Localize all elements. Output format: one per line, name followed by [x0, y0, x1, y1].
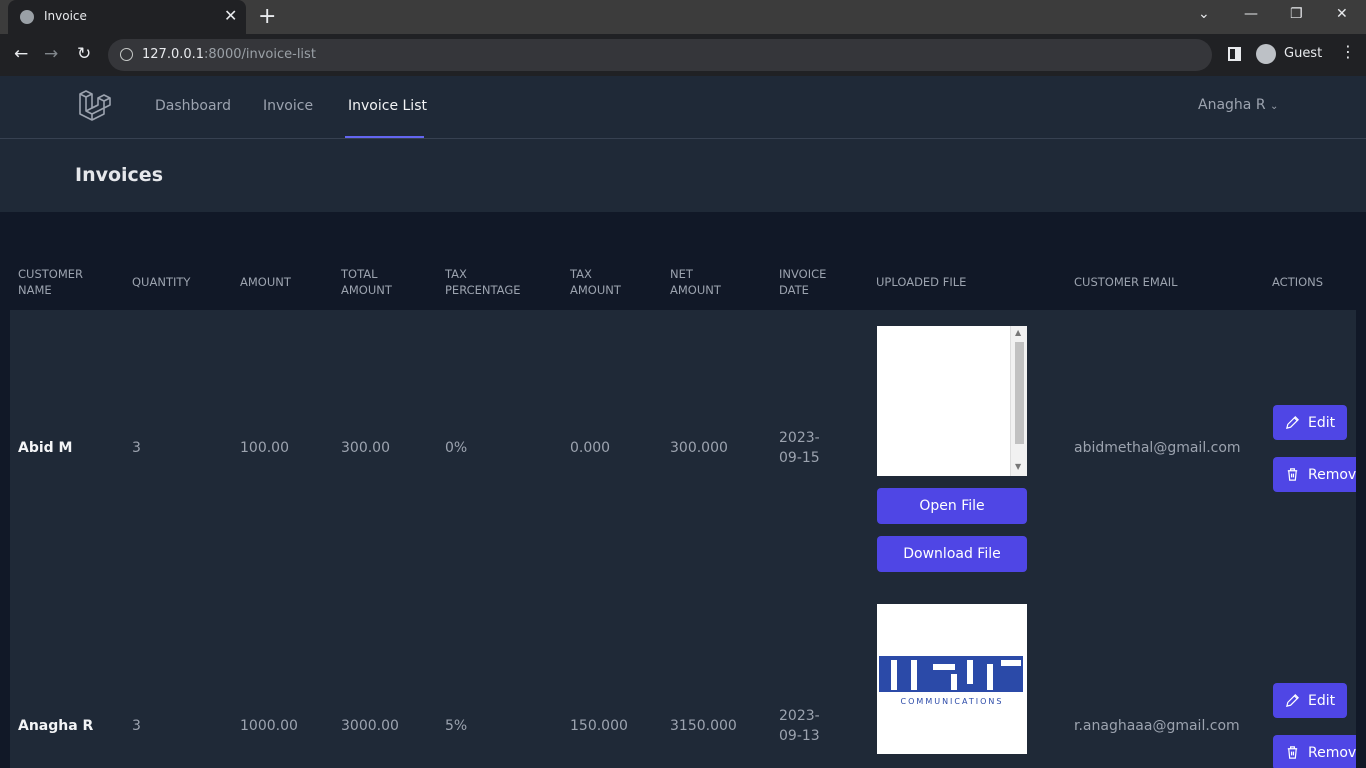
side-panel-icon[interactable]: [1228, 47, 1241, 61]
nav-invoice-list[interactable]: Invoice List: [348, 98, 427, 114]
cell-net-amount: 300.000: [670, 440, 728, 456]
table-header: CUSTOMER NAME QUANTITY AMOUNT TOTAL AMOUNT…: [10, 256, 1356, 310]
download-file-button[interactable]: Download File: [877, 536, 1027, 572]
file-preview-frame[interactable]: ▲ ▼: [877, 326, 1027, 476]
app-navbar: Dashboard Invoice Invoice List Anagha R …: [0, 76, 1366, 139]
nav-dashboard[interactable]: Dashboard: [155, 98, 231, 114]
cell-quantity: 3: [132, 440, 141, 456]
edit-label: Edit: [1308, 692, 1336, 709]
user-name: Anagha R: [1198, 97, 1266, 113]
close-window-icon[interactable]: ✕: [1336, 6, 1348, 22]
trash-icon: [1287, 746, 1298, 759]
scrollbar[interactable]: ▲ ▼: [1010, 326, 1027, 476]
file-preview-image[interactable]: COMMUNICATIONS: [877, 604, 1027, 754]
cell-invoice-date: 2023- 09-15: [779, 430, 820, 466]
th-net-amount: NET AMOUNT: [670, 267, 721, 297]
cell-tax-amount: 150.000: [570, 718, 628, 734]
scroll-down-icon[interactable]: ▼: [1015, 462, 1021, 471]
cell-net-amount: 3150.000: [670, 718, 737, 734]
cell-quantity: 3: [132, 718, 141, 734]
cell-tax-percentage: 0%: [445, 440, 468, 456]
laravel-logo-icon[interactable]: [78, 88, 112, 122]
info-icon[interactable]: [120, 48, 133, 61]
restore-icon[interactable]: ❐: [1290, 6, 1303, 22]
remove-button[interactable]: Remove: [1273, 457, 1356, 492]
new-tab-icon[interactable]: +: [258, 4, 276, 29]
th-total-amount: TOTAL AMOUNT: [341, 267, 392, 297]
tab-title: Invoice: [44, 9, 87, 23]
th-tax-percentage: TAX PERCENTAGE: [445, 267, 521, 297]
cell-total-amount: 300.00: [341, 440, 390, 456]
cell-invoice-date: 2023- 09-13: [779, 708, 820, 744]
cell-customer-name: Anagha R: [18, 718, 94, 734]
cell-amount: 100.00: [240, 440, 289, 456]
cell-total-amount: 3000.00: [341, 718, 399, 734]
th-quantity: QUANTITY: [132, 275, 191, 289]
forward-icon[interactable]: →: [44, 44, 58, 64]
th-amount: AMOUNT: [240, 275, 291, 289]
msi-logo-image: COMMUNICATIONS: [879, 656, 1023, 706]
cell-customer-name: Abid M: [18, 440, 73, 456]
th-actions: ACTIONS: [1272, 275, 1324, 289]
active-nav-indicator: [345, 136, 424, 138]
chevron-down-icon[interactable]: ⌄: [1198, 6, 1210, 22]
remove-label: Remove: [1308, 744, 1356, 761]
th-customer-name: CUSTOMER NAME: [18, 267, 84, 297]
profile-avatar-icon[interactable]: [1256, 44, 1276, 64]
url-text: 127.0.0.1:8000/invoice-list: [142, 47, 316, 62]
back-icon[interactable]: ←: [14, 44, 28, 64]
table-body: Abid M 3 100.00 300.00 0% 0.000 300.000 …: [10, 310, 1356, 768]
reload-icon[interactable]: ↻: [77, 44, 91, 64]
pencil-icon: [1286, 416, 1299, 429]
url-path: :8000/invoice-list: [204, 47, 316, 62]
browser-tabbar: Invoice ✕ + ⌄ — ❐ ✕: [0, 0, 1366, 34]
th-uploaded-file: UPLOADED FILE: [876, 275, 967, 289]
th-customer-email: CUSTOMER EMAIL: [1074, 275, 1178, 289]
page-title: Invoices: [75, 164, 164, 186]
cell-tax-percentage: 5%: [445, 718, 468, 734]
scroll-up-icon[interactable]: ▲: [1015, 328, 1021, 337]
chevron-down-icon: ⌄: [1270, 101, 1279, 112]
svg-text:COMMUNICATIONS: COMMUNICATIONS: [901, 697, 1004, 706]
address-bar[interactable]: 127.0.0.1:8000/invoice-list: [108, 39, 1212, 71]
trash-icon: [1287, 468, 1298, 481]
browser-toolbar: ← → ↻ 127.0.0.1:8000/invoice-list Guest …: [0, 34, 1366, 76]
close-tab-icon[interactable]: ✕: [224, 6, 237, 25]
edit-label: Edit: [1308, 414, 1336, 431]
browser-tab[interactable]: Invoice ✕: [8, 0, 246, 34]
cell-customer-email: abidmethal@gmail.com: [1074, 440, 1241, 456]
remove-label: Remove: [1308, 466, 1356, 483]
cell-tax-amount: 0.000: [570, 440, 611, 456]
edit-button[interactable]: Edit: [1273, 405, 1347, 440]
user-menu[interactable]: Anagha R ⌄: [1198, 97, 1278, 113]
menu-icon[interactable]: ⋮: [1340, 42, 1356, 61]
remove-button[interactable]: Remove: [1273, 735, 1356, 768]
th-tax-amount: TAX AMOUNT: [570, 267, 621, 297]
cell-amount: 1000.00: [240, 718, 298, 734]
th-invoice-date: INVOICE DATE: [779, 267, 827, 297]
nav-invoice[interactable]: Invoice: [263, 98, 313, 114]
globe-icon: [20, 10, 34, 24]
scrollbar-thumb[interactable]: [1015, 342, 1024, 444]
pencil-icon: [1286, 694, 1299, 707]
page-header: Invoices: [0, 139, 1366, 212]
url-host: 127.0.0.1: [142, 47, 205, 62]
minimize-icon[interactable]: —: [1244, 6, 1258, 22]
profile-label[interactable]: Guest: [1284, 46, 1322, 61]
edit-button[interactable]: Edit: [1273, 683, 1347, 718]
open-file-button[interactable]: Open File: [877, 488, 1027, 524]
cell-customer-email: r.anaghaaa@gmail.com: [1074, 718, 1240, 734]
